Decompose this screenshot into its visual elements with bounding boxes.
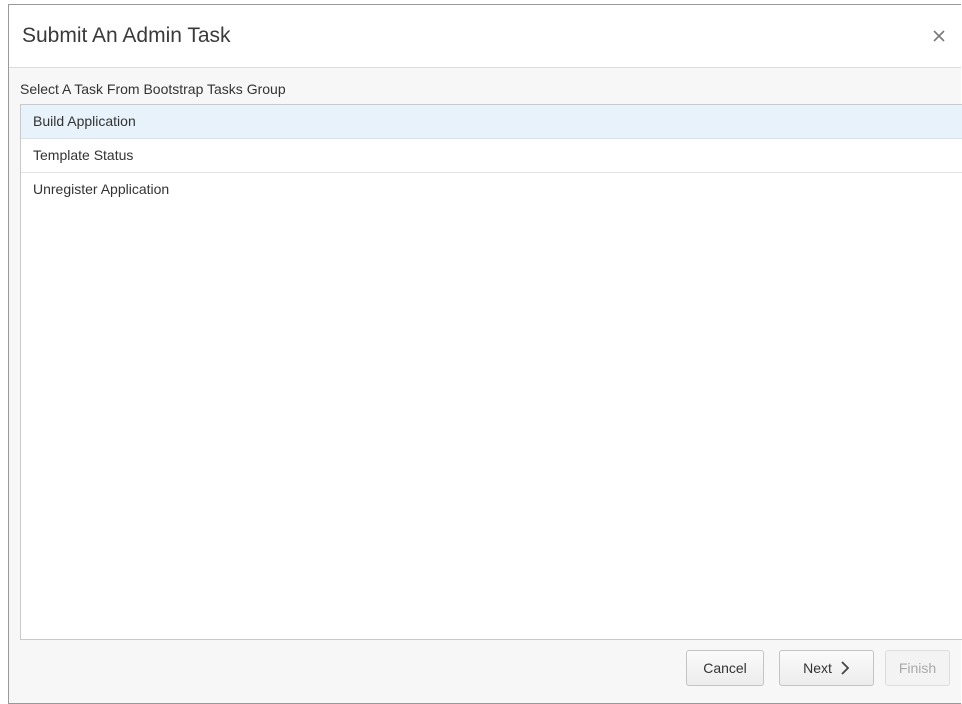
task-list-item-unregister-application[interactable]: Unregister Application [21,173,962,207]
task-list-item-build-application[interactable]: Build Application [21,105,962,139]
close-button[interactable] [927,24,951,48]
next-button[interactable]: Next [779,650,874,686]
admin-task-dialog: Submit An Admin Task Select A Task From … [8,4,962,704]
cancel-button[interactable]: Cancel [686,650,764,686]
task-item-label: Build Application [33,113,136,129]
task-group-label: Select A Task From Bootstrap Tasks Group [20,81,286,97]
task-item-label: Template Status [33,147,134,163]
task-list[interactable]: Build Application Template Status Unregi… [20,104,962,640]
cancel-button-label: Cancel [703,660,747,676]
dialog-title: Submit An Admin Task [22,24,231,47]
finish-button: Finish [885,650,950,686]
finish-button-label: Finish [898,660,937,676]
next-button-label: Next [803,660,832,676]
task-item-label: Unregister Application [33,181,170,197]
chevron-right-icon [841,661,850,675]
task-list-item-template-status[interactable]: Template Status [21,139,962,173]
dialog-header: Submit An Admin Task [9,5,961,68]
close-icon [933,30,945,42]
dialog-footer: Cancel Next Finish [561,649,961,689]
